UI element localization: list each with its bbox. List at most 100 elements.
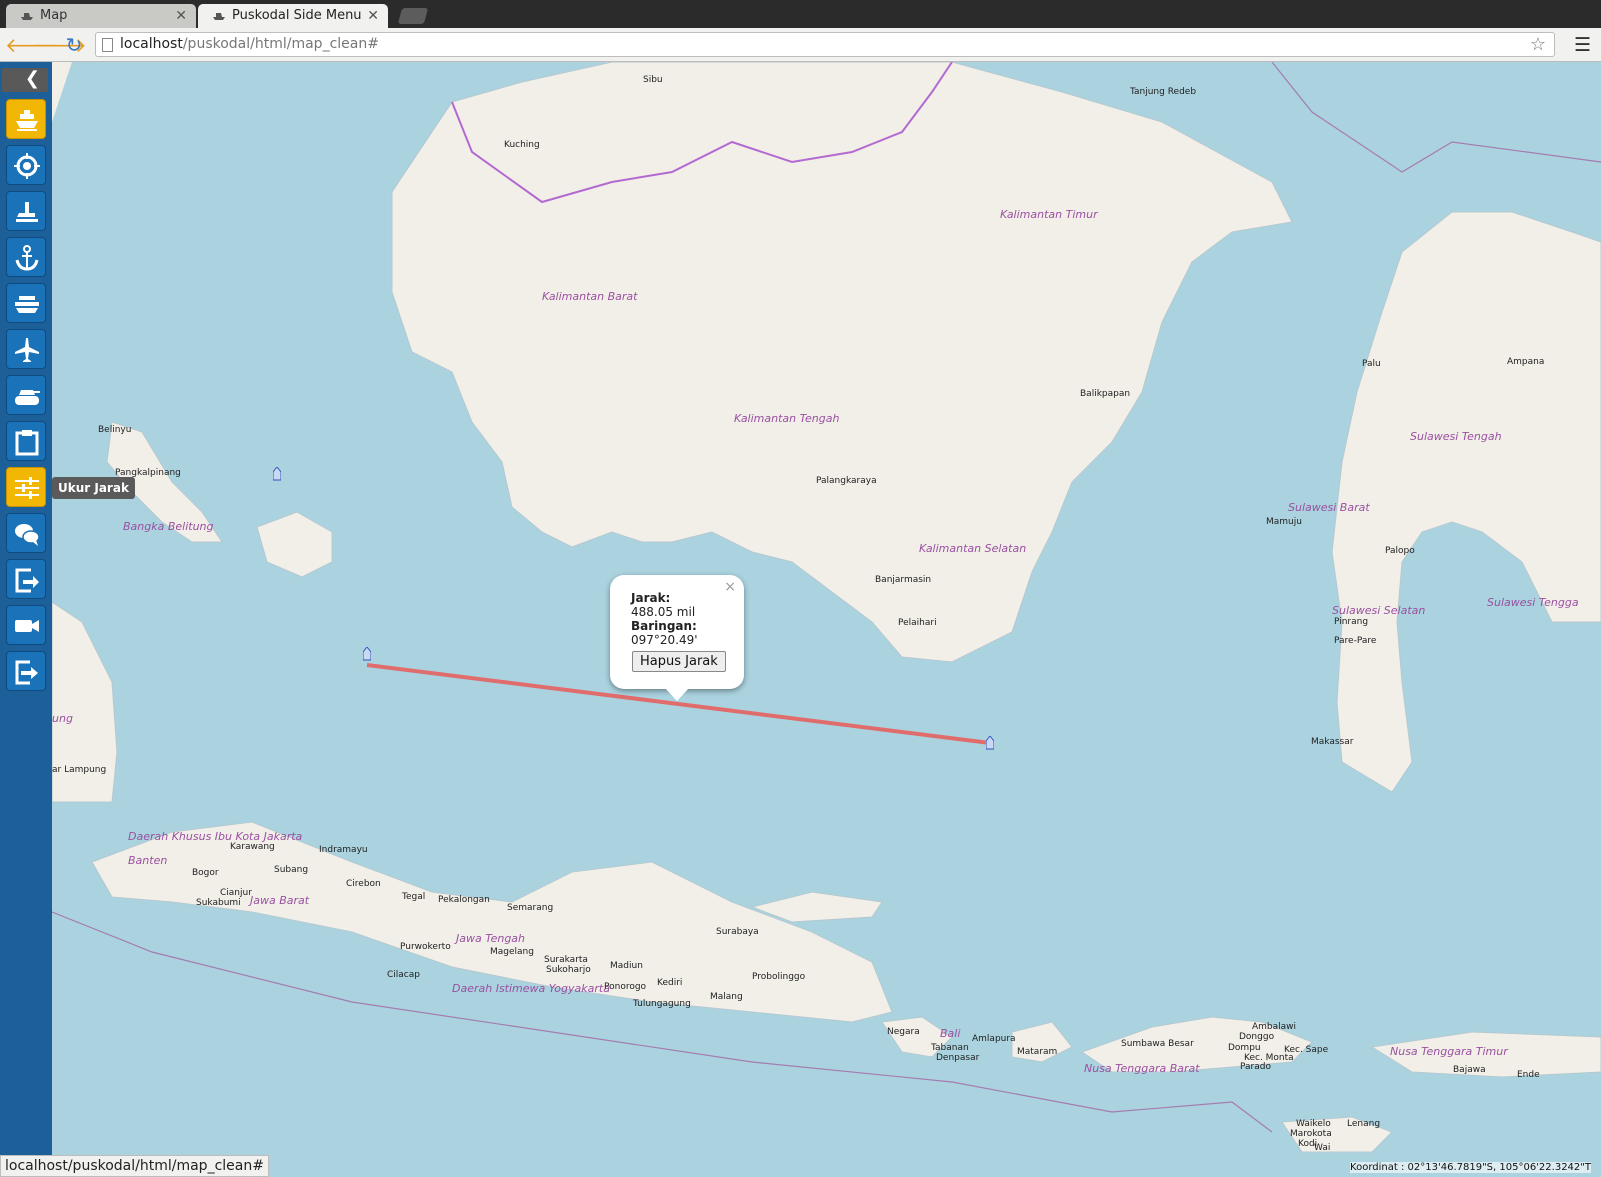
vessel-marker-icon[interactable] bbox=[273, 467, 281, 481]
place-label: Kuching bbox=[504, 140, 540, 150]
ship-icon bbox=[16, 110, 38, 131]
reload-icon[interactable]: ↻ bbox=[62, 33, 86, 57]
popup-close-icon[interactable]: × bbox=[724, 579, 736, 595]
place-label: Dompu bbox=[1228, 1043, 1261, 1053]
place-label: Pare-Pare bbox=[1334, 636, 1377, 646]
tab-puskodal-side-menu[interactable]: Puskodal Side Menu ✕ bbox=[198, 4, 388, 28]
region-label: Bangka Belitung bbox=[123, 520, 214, 533]
clipboard-icon bbox=[15, 430, 39, 456]
logout-icon bbox=[15, 660, 38, 685]
region-label: Kalimantan Selatan bbox=[919, 542, 1027, 555]
place-label: Lenang bbox=[1347, 1119, 1381, 1129]
ruler-icon bbox=[15, 477, 39, 499]
distance-popup: × Jarak: 488.05 mil Baringan: 097°20.49'… bbox=[610, 575, 744, 701]
measure-distance-button[interactable] bbox=[6, 467, 46, 507]
camera-button[interactable] bbox=[6, 605, 46, 645]
bookmark-star-icon[interactable]: ☆ bbox=[1530, 33, 1546, 56]
region-label: Nusa Tenggara Barat bbox=[1084, 1062, 1200, 1075]
place-label: Sukoharjo bbox=[546, 965, 591, 975]
place-label: Cirebon bbox=[346, 879, 381, 889]
measure-start-marker-icon[interactable] bbox=[363, 647, 371, 661]
place-label: Surakarta bbox=[544, 955, 588, 965]
place-label: Balikpapan bbox=[1080, 389, 1131, 399]
place-label: Cilacap bbox=[387, 970, 420, 980]
forward-icon[interactable]: 🡒 bbox=[33, 33, 87, 57]
distance-value: 488.05 mil bbox=[631, 605, 696, 619]
region-label: Daerah Khusus Ibu Kota Jakarta bbox=[128, 830, 303, 843]
place-label: Sumbawa Besar bbox=[1121, 1039, 1194, 1049]
region-label: Jawa Barat bbox=[250, 894, 310, 907]
place-label: Semarang bbox=[507, 903, 554, 913]
aircraft-button[interactable] bbox=[6, 329, 46, 369]
place-label: Kediri bbox=[657, 978, 683, 988]
close-tab-icon[interactable]: ✕ bbox=[367, 4, 379, 28]
place-label: Wai bbox=[1314, 1143, 1331, 1153]
place-label: Cianjur bbox=[220, 888, 252, 898]
tab-title: Puskodal Side Menu bbox=[232, 8, 362, 23]
map-view[interactable]: Kalimantan Barat Kalimantan Timur Kalima… bbox=[52, 62, 1601, 1177]
address-bar[interactable]: localhost/puskodal/html/map_clean# ☆ bbox=[95, 32, 1555, 57]
browser-tab-bar: Map ✕ Puskodal Side Menu ✕ bbox=[0, 0, 1601, 28]
place-label: Magelang bbox=[490, 947, 534, 957]
tab-title: Map bbox=[40, 8, 68, 23]
chat-icon bbox=[15, 524, 40, 546]
ship-favicon-icon bbox=[213, 13, 225, 20]
place-label: Marokota bbox=[1290, 1129, 1332, 1139]
region-label: Sulawesi Selatan bbox=[1332, 604, 1426, 617]
region-label: Nusa Tenggara Timur bbox=[1390, 1045, 1508, 1058]
logout-button[interactable] bbox=[6, 651, 46, 691]
side-menu: ❮ bbox=[0, 62, 52, 1177]
place-label: Parado bbox=[1240, 1062, 1271, 1072]
place-label: Surabaya bbox=[716, 927, 759, 937]
tab-map[interactable]: Map ✕ bbox=[6, 4, 196, 28]
place-label: Mamuju bbox=[1266, 517, 1302, 527]
bearing-label: Baringan: bbox=[631, 619, 697, 633]
region-label: Sulawesi Barat bbox=[1288, 501, 1370, 514]
url-host: localhost bbox=[120, 36, 183, 52]
place-label: Ambalawi bbox=[1252, 1022, 1297, 1032]
browser-toolbar: 🡐 🡒 ↻ localhost/puskodal/html/map_clean#… bbox=[0, 28, 1601, 62]
place-label: Tabanan bbox=[931, 1043, 969, 1053]
region-label: Banten bbox=[128, 854, 168, 867]
place-label: Tegal bbox=[402, 892, 426, 902]
url-path: /puskodal/html/map_clean# bbox=[182, 36, 379, 52]
clipboard-button[interactable] bbox=[6, 421, 46, 461]
ship-button[interactable] bbox=[6, 99, 46, 139]
ship-favicon-icon bbox=[21, 13, 33, 20]
vessel-button[interactable] bbox=[6, 283, 46, 323]
vessel-icon bbox=[15, 296, 39, 313]
place-label: Pelaihari bbox=[898, 618, 937, 628]
new-tab-button[interactable] bbox=[397, 8, 429, 24]
place-label: Palopo bbox=[1385, 546, 1415, 556]
place-label: Belinyu bbox=[98, 425, 132, 435]
place-label: Pinrang bbox=[1334, 617, 1369, 627]
region-label: ung bbox=[52, 712, 73, 725]
place-label: Ende bbox=[1517, 1070, 1540, 1080]
measure-end-marker-icon[interactable] bbox=[986, 736, 994, 750]
place-label: Tanjung Redeb bbox=[1130, 87, 1197, 97]
chevron-left-icon[interactable]: ❮ bbox=[2, 68, 48, 92]
place-label: Mataram bbox=[1017, 1047, 1058, 1057]
submarine-icon bbox=[16, 202, 38, 222]
airplane-icon bbox=[15, 338, 39, 362]
region-label: Daerah Istimewa Yogyakarta bbox=[452, 982, 610, 995]
place-label: Pekalongan bbox=[438, 895, 490, 905]
browser-menu-icon[interactable]: ☰ bbox=[1574, 34, 1591, 56]
place-label: Negara bbox=[887, 1027, 920, 1037]
place-label: Sibu bbox=[643, 75, 663, 85]
clear-distance-button[interactable]: Hapus Jarak bbox=[632, 651, 726, 672]
target-button[interactable] bbox=[6, 145, 46, 185]
close-tab-icon[interactable]: ✕ bbox=[175, 4, 187, 28]
export-button[interactable] bbox=[6, 559, 46, 599]
region-label: Bali bbox=[940, 1027, 961, 1040]
tank-button[interactable] bbox=[6, 375, 46, 415]
place-label: Waikelo bbox=[1296, 1119, 1331, 1129]
anchor-button[interactable] bbox=[6, 237, 46, 277]
chat-button[interactable] bbox=[6, 513, 46, 553]
place-label: Donggo bbox=[1239, 1032, 1275, 1042]
submarine-button[interactable] bbox=[6, 191, 46, 231]
place-label: Sukabumi bbox=[196, 898, 241, 908]
back-icon[interactable]: 🡐 bbox=[5, 33, 59, 57]
region-label: Kalimantan Timur bbox=[1000, 208, 1098, 221]
place-label: Bajawa bbox=[1453, 1065, 1486, 1075]
